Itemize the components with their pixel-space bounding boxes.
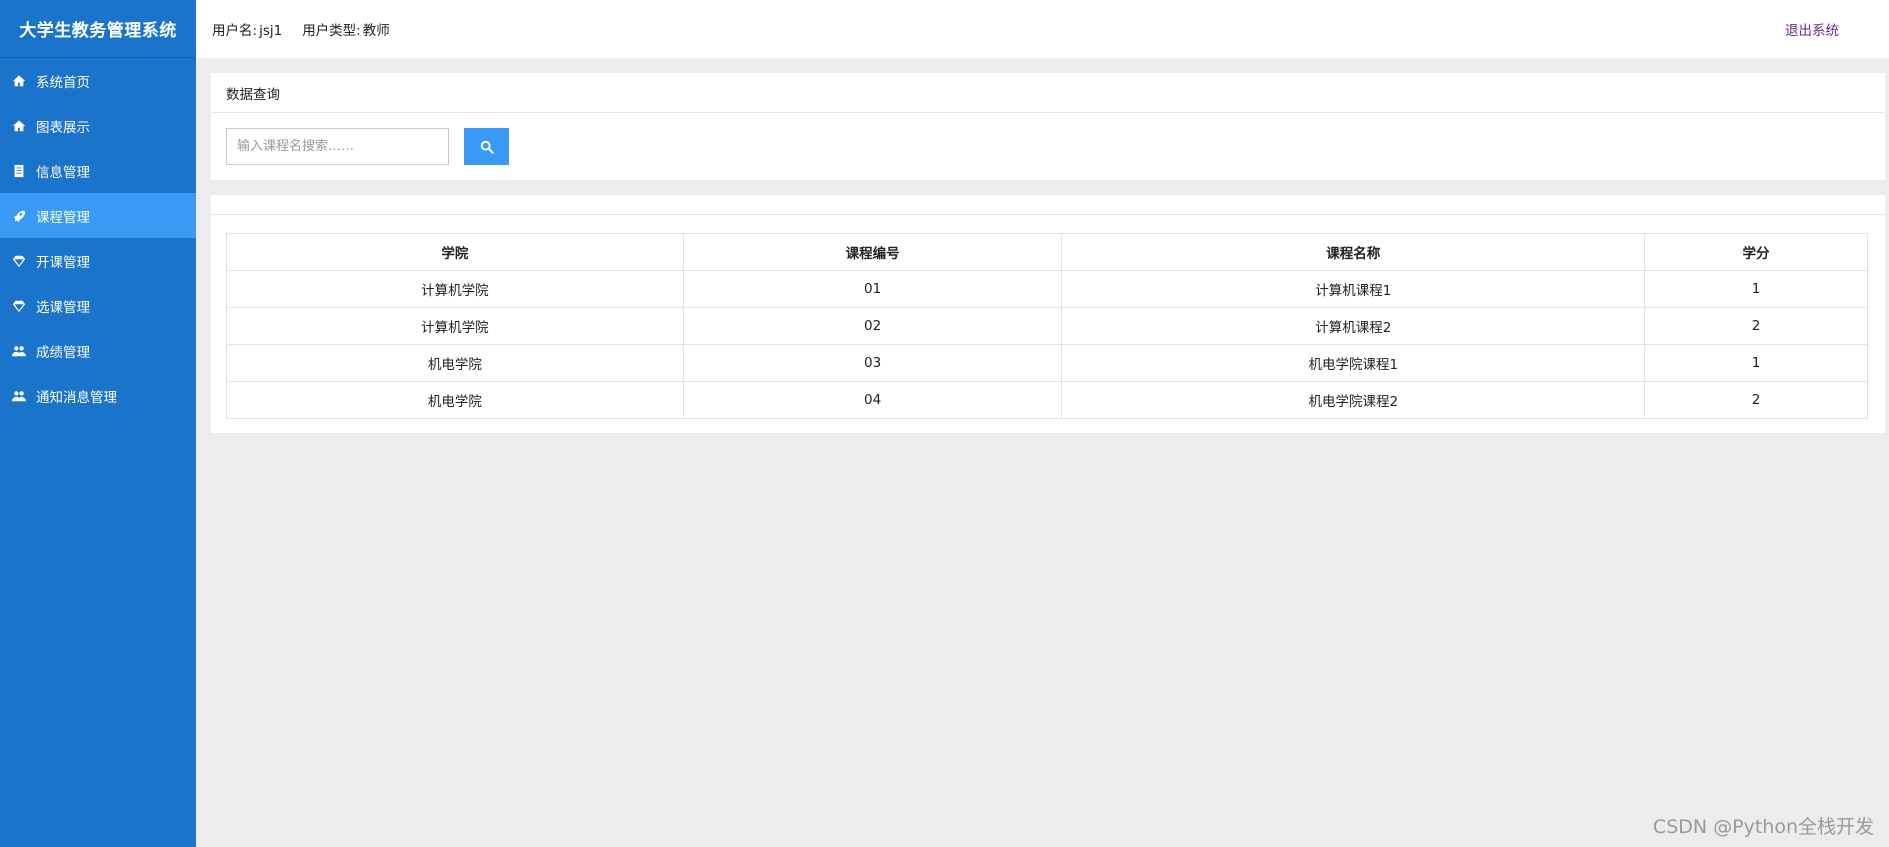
search-icon	[480, 140, 494, 154]
watermark-text: CSDN @Python全栈开发	[1652, 816, 1874, 838]
search-panel: 数据查询	[211, 73, 1885, 180]
users-icon	[12, 344, 26, 358]
sidebar-item-label: 信息管理	[36, 164, 90, 181]
cell-course-id: 04	[682, 381, 1063, 419]
sidebar-item-label: 系统首页	[36, 74, 90, 91]
sidebar-item-course-offering[interactable]: 开课管理	[0, 238, 196, 283]
search-button[interactable]	[464, 128, 509, 165]
cell-credits: 2	[1644, 307, 1868, 345]
column-header-college: 学院	[226, 233, 684, 271]
sidebar-item-label: 图表展示	[36, 119, 90, 136]
cell-course-name: 计算机课程2	[1061, 307, 1646, 345]
cell-course-name: 计算机课程1	[1061, 270, 1646, 308]
cell-course-id: 01	[682, 270, 1063, 308]
cell-college: 机电学院	[226, 344, 684, 382]
diamond-icon	[12, 299, 26, 313]
cell-course-name: 机电学院课程1	[1061, 344, 1646, 382]
sidebar-item-info[interactable]: 信息管理	[0, 148, 196, 193]
cell-credits: 1	[1644, 344, 1868, 382]
table-row: 计算机学院 01 计算机课程1 1	[226, 270, 1868, 308]
panel-title: 数据查询	[211, 73, 1885, 113]
table-panel-header	[211, 195, 1885, 215]
home-icon	[12, 74, 26, 88]
table-row: 机电学院 04 机电学院课程2 2	[226, 381, 1868, 419]
cell-course-id: 03	[682, 344, 1063, 382]
table-row: 计算机学院 02 计算机课程2 2	[226, 307, 1868, 345]
sidebar-item-home[interactable]: 系统首页	[0, 58, 196, 103]
search-row	[211, 113, 1885, 180]
cell-credits: 2	[1644, 381, 1868, 419]
sidebar-item-course-selection[interactable]: 选课管理	[0, 283, 196, 328]
username-label: 用户名:	[212, 23, 258, 39]
course-search-input[interactable]	[226, 128, 449, 165]
sidebar-item-label: 成绩管理	[36, 344, 90, 361]
sidebar-item-charts[interactable]: 图表展示	[0, 103, 196, 148]
cell-course-id: 02	[682, 307, 1063, 345]
rocket-icon	[12, 209, 26, 223]
sidebar-item-label: 课程管理	[36, 209, 90, 226]
home-icon	[12, 119, 26, 133]
cell-college: 计算机学院	[226, 270, 684, 308]
sidebar-item-label: 开课管理	[36, 254, 90, 271]
usertype-display: 用户类型: 教师	[302, 19, 390, 39]
sidebar: 大学生教务管理系统 系统首页 图表展示 信息管理 课程管理 开课管理 选课管理 …	[0, 0, 196, 847]
cell-college: 机电学院	[226, 381, 684, 419]
usertype-label: 用户类型:	[302, 23, 361, 39]
sidebar-item-label: 通知消息管理	[36, 389, 117, 406]
column-header-course-id: 课程编号	[682, 233, 1063, 271]
diamond-icon	[12, 254, 26, 268]
cell-college: 计算机学院	[226, 307, 684, 345]
logout-link[interactable]: 退出系统	[1785, 0, 1839, 58]
column-header-course-name: 课程名称	[1061, 233, 1646, 271]
cell-course-name: 机电学院课程2	[1061, 381, 1646, 419]
top-header: 用户名: jsj1 用户类型: 教师 退出系统	[196, 0, 1889, 58]
table-header-row: 学院 课程编号 课程名称 学分	[226, 233, 1868, 271]
sidebar-item-grades[interactable]: 成绩管理	[0, 328, 196, 373]
username-display: 用户名: jsj1	[212, 19, 282, 39]
cell-credits: 1	[1644, 270, 1868, 308]
usertype-value: 教师	[362, 23, 390, 39]
table-row: 机电学院 03 机电学院课程1 1	[226, 344, 1868, 382]
username-value: jsj1	[259, 23, 283, 39]
sidebar-item-label: 选课管理	[36, 299, 90, 316]
app-title: 大学生教务管理系统	[0, 0, 196, 58]
sidebar-item-notifications[interactable]: 通知消息管理	[0, 373, 196, 418]
users-icon	[12, 389, 26, 403]
sidebar-item-courses[interactable]: 课程管理	[0, 193, 196, 238]
column-header-credits: 学分	[1644, 233, 1868, 271]
table-panel: 学院 课程编号 课程名称 学分 计算机学院 01 计算机课程1 1 计算机学院 …	[211, 195, 1885, 433]
course-table: 学院 课程编号 课程名称 学分 计算机学院 01 计算机课程1 1 计算机学院 …	[226, 233, 1868, 419]
document-icon	[12, 164, 26, 178]
